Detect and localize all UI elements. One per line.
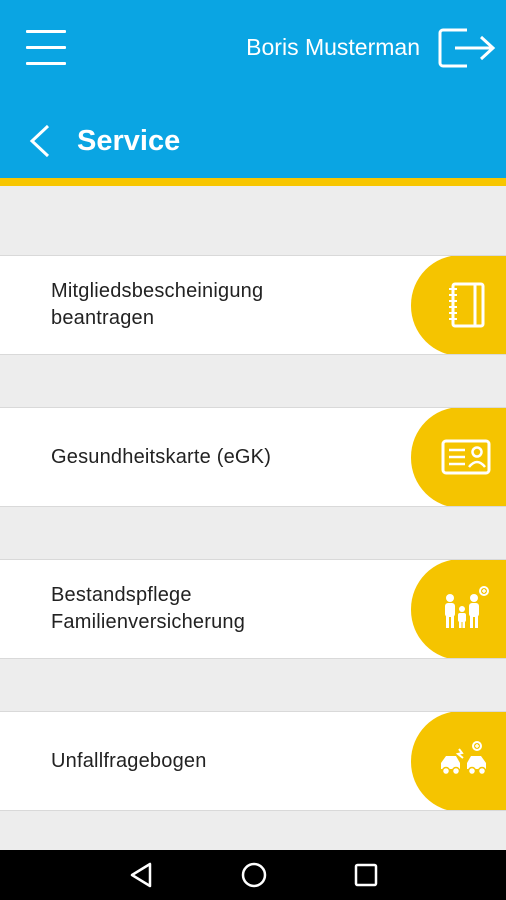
nav-home-icon[interactable] [239,860,269,890]
notebook-icon [449,282,485,328]
page-title: Service [77,125,181,157]
nav-recents-icon[interactable] [351,860,381,890]
user-name: Boris Musterman [246,34,420,60]
service-item-badge [411,256,506,354]
hamburger-menu-icon[interactable] [26,28,66,66]
app-bar: Boris Musterman Service [0,0,506,178]
service-item-accident-questionnaire[interactable]: Unfallfragebogen [0,711,506,811]
family-icon [445,586,489,628]
service-item-badge [411,712,506,810]
service-item-badge [411,408,506,506]
service-item-label: Mitgliedsbescheinigung beantragen [51,280,264,329]
service-item-badge [411,560,506,658]
service-item-membership-certificate[interactable]: Mitgliedsbescheinigung beantragen [0,255,506,355]
back-chevron-icon[interactable] [26,124,54,158]
system-navigation-bar [0,850,506,900]
header-accent-stripe [0,178,506,186]
service-item-family-insurance[interactable]: Bestandspflege Familienversicherung [0,559,506,659]
service-item-label: Bestandspflege Familienversicherung [51,584,246,633]
nav-back-icon[interactable] [127,860,157,890]
service-item-label: Gesundheitskarte (eGK) [51,445,272,468]
service-item-label: Unfallfragebogen [51,749,207,772]
service-item-health-card[interactable]: Gesundheitskarte (eGK) [0,407,506,507]
logout-icon[interactable] [437,24,497,72]
car-accident-icon [441,741,487,776]
id-card-icon [441,439,491,475]
